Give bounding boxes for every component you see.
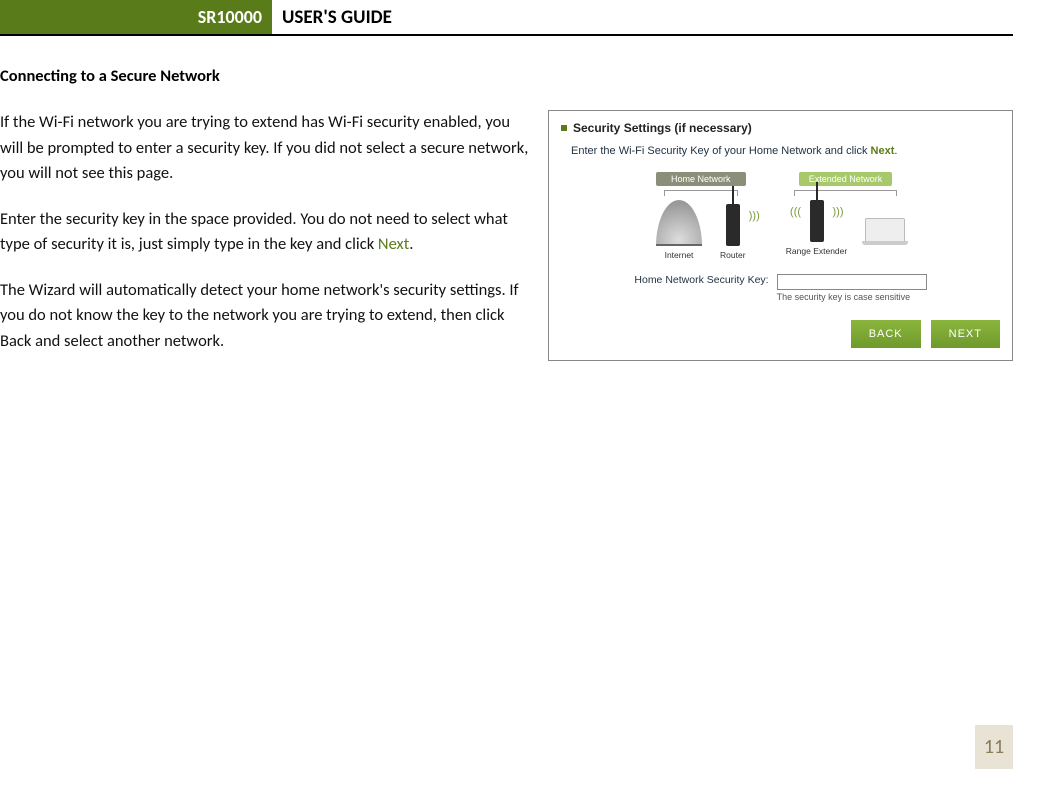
security-key-note: The security key is case sensitive (777, 292, 927, 302)
home-network-group: Home Network Internet ))) Router (656, 169, 746, 260)
figure-subtitle: Enter the Wi-Fi Security Key of your Hom… (571, 145, 1000, 157)
paragraph-2a: Enter the security key in the space prov… (0, 209, 508, 255)
figure-sub-next: Next (871, 145, 895, 157)
internet-caption: Internet (656, 250, 702, 260)
section-heading: Connecting to a Secure Network (0, 66, 1013, 86)
page-header: SR10000 USER'S GUIDE (0, 0, 1013, 36)
extender-device: ))) ))) Range Extender (786, 200, 847, 256)
paragraph-2-next: Next (378, 234, 409, 254)
header-model: SR10000 (0, 0, 272, 34)
security-key-label: Home Network Security Key: (634, 274, 768, 286)
wifi-waves-icon: ))) (833, 206, 844, 218)
paragraph-2b: . (409, 234, 413, 254)
router-caption: Router (720, 250, 746, 260)
extender-caption: Range Extender (786, 246, 847, 256)
wifi-waves-icon: ))) (790, 206, 801, 218)
home-network-label: Home Network (656, 172, 746, 186)
next-button[interactable]: NEXT (931, 320, 1000, 348)
back-button[interactable]: BACK (851, 320, 921, 348)
extender-icon: ))) ))) (810, 200, 824, 242)
page-content: Connecting to a Secure Network Security … (0, 36, 1041, 355)
wifi-waves-icon: ))) (749, 210, 760, 222)
page-number: 11 (975, 725, 1013, 769)
laptop-device (865, 218, 905, 256)
extended-network-group: Extended Network ))) ))) Range Extender (786, 169, 905, 260)
laptop-caption (865, 246, 905, 256)
internet-device: Internet (656, 200, 702, 260)
extended-network-label: Extended Network (799, 172, 893, 186)
router-icon: ))) (726, 204, 740, 246)
security-key-input[interactable] (777, 274, 927, 290)
globe-icon (656, 200, 702, 246)
figure-sub-b: . (894, 145, 897, 157)
router-device: ))) Router (720, 204, 746, 260)
figure-sub-a: Enter the Wi-Fi Security Key of your Hom… (571, 145, 871, 157)
header-title: USER'S GUIDE (272, 0, 392, 34)
network-diagram: Home Network Internet ))) Router (561, 169, 1000, 260)
laptop-icon (865, 218, 905, 242)
bullet-icon (561, 125, 567, 131)
screenshot-figure: Security Settings (if necessary) Enter t… (548, 110, 1013, 361)
figure-title: Security Settings (if necessary) (573, 121, 752, 135)
security-key-row: Home Network Security Key: The security … (561, 274, 1000, 302)
figure-buttons: BACK NEXT (561, 320, 1000, 348)
